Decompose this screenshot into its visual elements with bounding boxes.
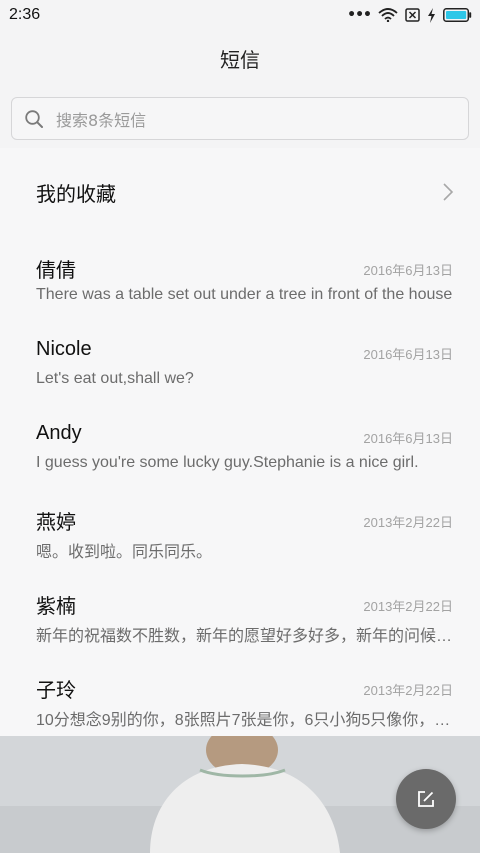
message-date: 2016年6月13日	[363, 347, 453, 362]
contact-name: 紫楠	[36, 596, 76, 618]
wifi-icon	[378, 8, 398, 22]
conversation-item[interactable]: 紫楠 2013年2月22日 新年的祝福数不胜数，新年的愿望好多好多，新年的问候送…	[0, 572, 480, 656]
message-date: 2016年6月13日	[363, 431, 453, 446]
contact-name: Andy	[36, 422, 82, 444]
conversation-item[interactable]: Nicole 2016年6月13日 Let's eat out,shall we…	[0, 320, 480, 404]
conversation-item[interactable]: 倩倩 2016年6月13日 There was a table set out …	[0, 236, 480, 320]
contact-name: Nicole	[36, 338, 92, 360]
page-title: 短信	[220, 47, 260, 72]
message-date: 2013年2月22日	[363, 599, 453, 614]
conversation-item[interactable]: 燕婷 2013年2月22日 嗯。收到啦。同乐同乐。	[0, 488, 480, 572]
message-preview: 嗯。收到啦。同乐同乐。	[36, 544, 213, 561]
compose-icon	[416, 789, 436, 809]
battery-icon	[443, 8, 472, 22]
charging-icon	[427, 7, 436, 23]
more-dots-icon: •••	[347, 7, 372, 23]
status-bar: 2:36 •••	[0, 0, 480, 30]
search-placeholder: 搜索8条短信	[56, 110, 147, 130]
message-preview: 10分想念9别的你，8张照片7张是你，6只小狗5只像你，4季如春	[36, 712, 453, 729]
search-input[interactable]: 搜索8条短信	[11, 97, 469, 140]
app-header: 短信	[0, 30, 480, 86]
search-icon	[24, 109, 44, 129]
conversation-item[interactable]: Andy 2016年6月13日 I guess you're some luck…	[0, 404, 480, 488]
message-preview: I guess you're some lucky guy.Stephanie …	[36, 454, 419, 471]
message-preview: There was a table set out under a tree i…	[36, 286, 453, 303]
message-preview: 新年的祝福数不胜数，新年的愿望好多好多，新年的问候送给你	[36, 628, 453, 645]
status-icons: •••	[347, 7, 472, 23]
conversation-item[interactable]: 子玲 2013年2月22日 10分想念9别的你，8张照片7张是你，6只小狗5只像…	[0, 656, 480, 740]
conversation-list: 我的收藏 倩倩 2016年6月13日 There was a table set…	[0, 148, 480, 736]
message-date: 2013年2月22日	[363, 683, 453, 698]
compose-button[interactable]	[396, 769, 456, 829]
favorites-row[interactable]: 我的收藏	[0, 148, 480, 236]
no-sim-icon	[405, 8, 420, 22]
favorites-label: 我的收藏	[36, 181, 116, 206]
message-preview: Let's eat out,shall we?	[36, 370, 194, 387]
chevron-right-icon	[442, 182, 454, 202]
contact-name: 燕婷	[36, 512, 76, 534]
contact-name: 子玲	[36, 680, 76, 702]
message-date: 2013年2月22日	[363, 515, 453, 530]
contact-name: 倩倩	[36, 260, 76, 282]
status-time: 2:36	[9, 6, 41, 23]
message-date: 2016年6月13日	[363, 263, 453, 278]
